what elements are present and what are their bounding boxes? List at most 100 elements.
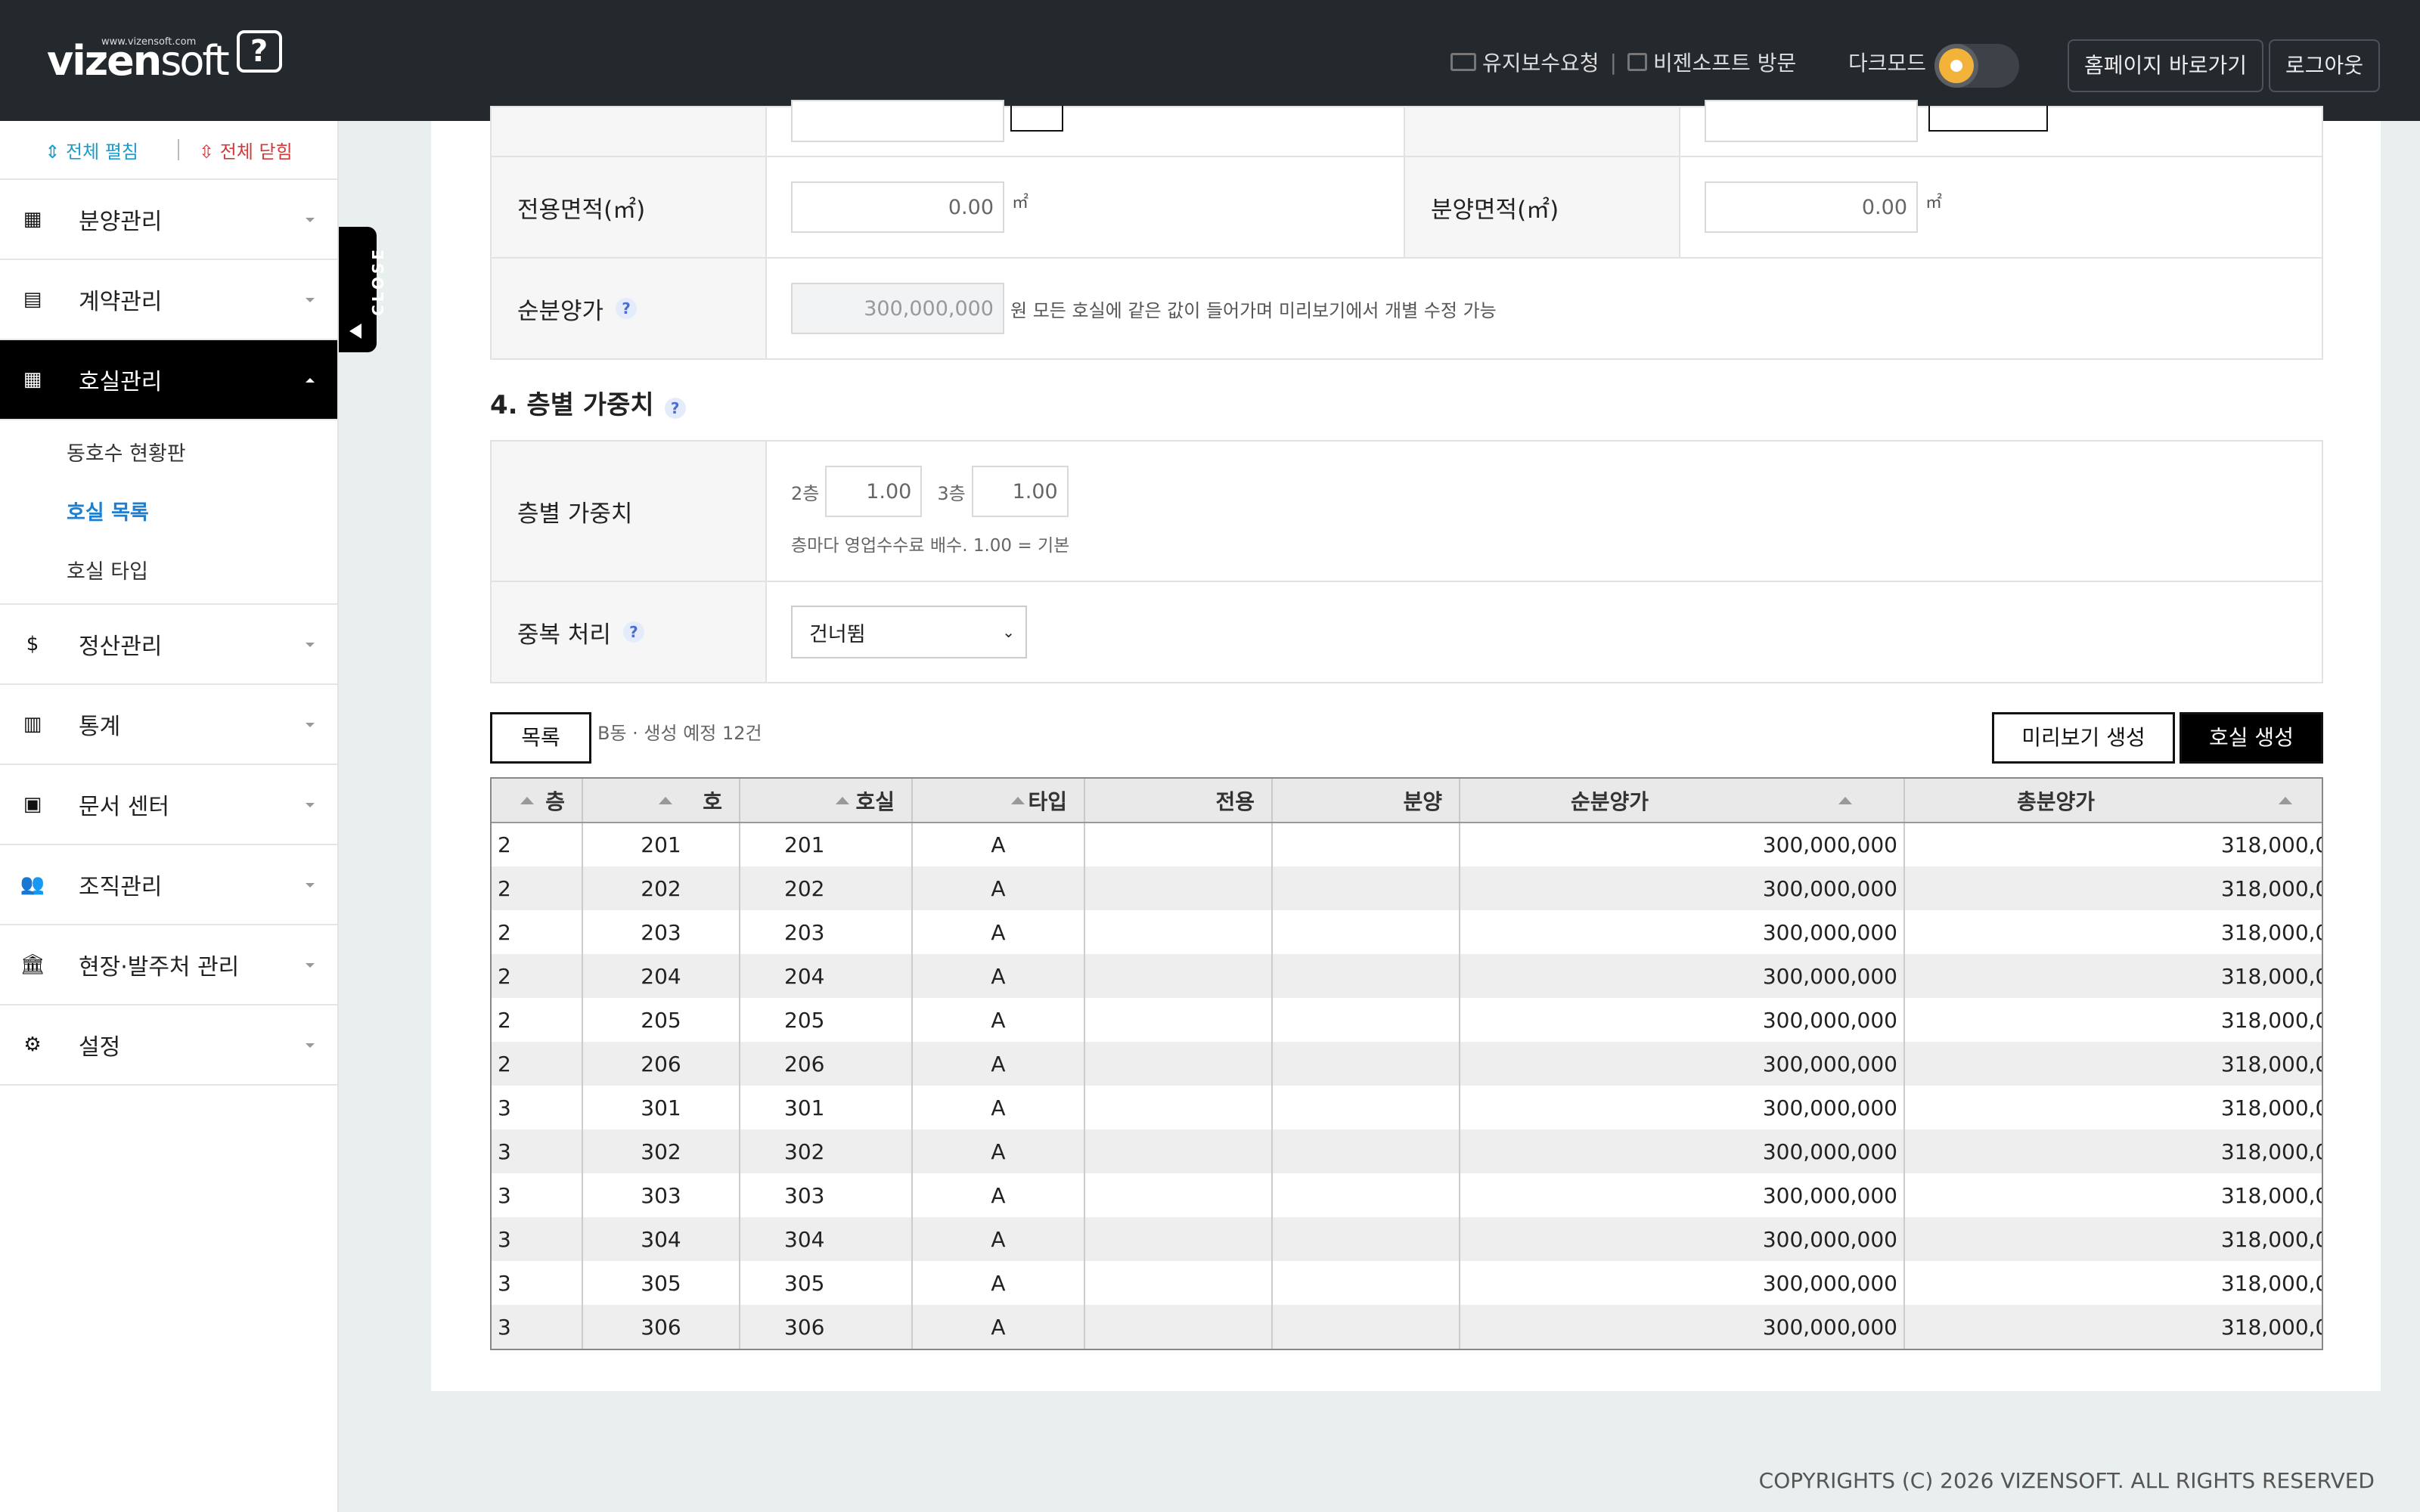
sidebar-item-sales[interactable]: ▦ 분양관리	[0, 180, 337, 260]
table-row[interactable]: 2206206A300,000,000318,000,000	[492, 1042, 2322, 1086]
submenu-item-unit-type[interactable]: 호실 타입	[0, 543, 337, 602]
table-row[interactable]: 3301301A300,000,000318,000,000	[492, 1086, 2322, 1129]
table-cell[interactable]: 318,000,000	[1904, 1173, 2322, 1217]
column-header[interactable]: 호실	[740, 779, 913, 823]
sort-arrow-icon[interactable]	[1011, 797, 1025, 804]
table-cell[interactable]: 318,000,000	[1904, 998, 2322, 1042]
table-cell[interactable]: 318,000,000	[1904, 954, 2322, 998]
table-cell[interactable]	[1084, 954, 1273, 998]
dark-mode-toggle[interactable]	[1934, 44, 2019, 88]
table-cell[interactable]: 318,000,000	[1904, 1086, 2322, 1129]
table-cell[interactable]: 300,000,000	[1460, 1042, 1905, 1086]
floor2-weight-input[interactable]: 1.00	[825, 466, 923, 517]
table-cell[interactable]	[1272, 866, 1460, 910]
sort-arrow-icon[interactable]	[1838, 797, 1852, 804]
column-header[interactable]: 순분양가	[1460, 779, 1905, 823]
table-cell[interactable]: 318,000,000	[1904, 910, 2322, 954]
maintenance-request-link[interactable]: 유지보수요청	[1482, 47, 1599, 77]
sale-area-input[interactable]: 0.00	[1705, 181, 1918, 233]
table-cell[interactable]: 300,000,000	[1460, 954, 1905, 998]
table-cell[interactable]: 300,000,000	[1460, 998, 1905, 1042]
sort-arrow-icon[interactable]	[659, 797, 672, 804]
table-row[interactable]: 2202202A300,000,000318,000,000	[492, 866, 2322, 910]
homepage-button[interactable]: 홈페이지 바로가기	[2068, 39, 2263, 92]
table-cell[interactable]	[1272, 1217, 1460, 1261]
sidebar-item-units[interactable]: ▦ 호실관리	[0, 340, 337, 420]
sidebar-item-organization[interactable]: 👥 조직관리	[0, 845, 337, 925]
submenu-item-unit-status-board[interactable]: 동호수 현황판	[0, 425, 337, 484]
preview-generate-button[interactable]: 미리보기 생성	[1992, 712, 2175, 764]
table-cell[interactable]	[1084, 910, 1273, 954]
column-header[interactable]: 타입	[912, 779, 1085, 823]
sidebar-item-statistics[interactable]: ▥ 통계	[0, 685, 337, 765]
table-cell[interactable]: 300,000,000	[1460, 1129, 1905, 1173]
table-cell[interactable]	[1272, 910, 1460, 954]
table-cell[interactable]	[1084, 1086, 1273, 1129]
sort-arrow-icon[interactable]	[2279, 797, 2292, 804]
table-row[interactable]: 2203203A300,000,000318,000,000	[492, 910, 2322, 954]
table-row[interactable]: 3302302A300,000,000318,000,000	[492, 1129, 2322, 1173]
table-row[interactable]: 3304304A300,000,000318,000,000	[492, 1217, 2322, 1261]
table-cell[interactable]: 300,000,000	[1460, 1305, 1905, 1349]
table-cell[interactable]: 318,000,000	[1904, 1305, 2322, 1349]
vizensoft-logo[interactable]: www.vizensoft.com vizensoft ?	[47, 29, 282, 89]
table-cell[interactable]: 318,000,000	[1904, 866, 2322, 910]
column-header[interactable]: 층	[492, 779, 583, 823]
table-cell[interactable]: 300,000,000	[1460, 1086, 1905, 1129]
sort-arrow-icon[interactable]	[520, 797, 534, 804]
sidebar-item-document-center[interactable]: ▣ 문서 센터	[0, 765, 337, 845]
sidebar-item-contracts[interactable]: ▤ 계약관리	[0, 260, 337, 340]
table-cell[interactable]	[1272, 998, 1460, 1042]
help-icon[interactable]: ?	[664, 398, 686, 419]
table-cell[interactable]: 318,000,000	[1904, 1217, 2322, 1261]
hidden-button[interactable]	[1928, 106, 2048, 132]
table-cell[interactable]	[1084, 1042, 1273, 1086]
submenu-item-unit-list[interactable]: 호실 목록	[0, 484, 337, 543]
table-cell[interactable]	[1272, 1129, 1460, 1173]
column-header[interactable]: 전용	[1084, 779, 1273, 823]
table-cell[interactable]: 318,000,000	[1904, 1042, 2322, 1086]
sidebar-item-sites-clients[interactable]: 🏛 현장·발주처 관리	[0, 925, 337, 1005]
table-row[interactable]: 2205205A300,000,000318,000,000	[492, 998, 2322, 1042]
table-cell[interactable]: 318,000,000	[1904, 823, 2322, 866]
table-cell[interactable]: 318,000,000	[1904, 1261, 2322, 1305]
table-cell[interactable]	[1084, 1261, 1273, 1305]
table-row[interactable]: 3305305A300,000,000318,000,000	[492, 1261, 2322, 1305]
sidebar-item-settings[interactable]: ⚙ 설정	[0, 1005, 337, 1086]
table-cell[interactable]	[1272, 954, 1460, 998]
list-button[interactable]: 목록	[490, 712, 591, 764]
table-cell[interactable]: 300,000,000	[1460, 1173, 1905, 1217]
logout-button[interactable]: 로그아웃	[2269, 39, 2381, 92]
table-cell[interactable]: 300,000,000	[1460, 910, 1905, 954]
table-cell[interactable]	[1084, 866, 1273, 910]
hidden-button[interactable]	[1010, 106, 1063, 132]
table-cell[interactable]	[1084, 1173, 1273, 1217]
table-cell[interactable]	[1272, 823, 1460, 866]
table-cell[interactable]	[1272, 1173, 1460, 1217]
column-header[interactable]: 총분양가	[1904, 779, 2322, 823]
table-row[interactable]: 2201201A300,000,000318,000,000	[492, 823, 2322, 866]
collapse-all-button[interactable]: ⇳ 전체 닫힘	[199, 137, 293, 163]
hidden-input[interactable]	[791, 100, 1004, 142]
table-cell[interactable]	[1084, 1305, 1273, 1349]
net-price-input[interactable]: 300,000,000	[791, 283, 1004, 334]
table-row[interactable]: 2204204A300,000,000318,000,000	[492, 954, 2322, 998]
table-row[interactable]: 3303303A300,000,000318,000,000	[492, 1173, 2322, 1217]
table-cell[interactable]: 300,000,000	[1460, 823, 1905, 866]
table-cell[interactable]	[1272, 1261, 1460, 1305]
table-cell[interactable]: 300,000,000	[1460, 866, 1905, 910]
table-cell[interactable]: 318,000,000	[1904, 1129, 2322, 1173]
sidebar-close-tab[interactable]: CLOSE	[339, 227, 387, 352]
exclusive-area-input[interactable]: 0.00	[791, 181, 1004, 233]
column-header[interactable]: 호	[582, 779, 740, 823]
duplicate-select[interactable]: 건너뜀 ⌄	[791, 606, 1027, 658]
table-cell[interactable]	[1084, 823, 1273, 866]
table-row[interactable]: 3306306A300,000,000318,000,000	[492, 1305, 2322, 1349]
help-icon[interactable]: ?	[616, 298, 638, 319]
table-cell[interactable]: 300,000,000	[1460, 1261, 1905, 1305]
visit-vizensoft-link[interactable]: 비젠소프트 방문	[1653, 47, 1796, 77]
help-icon[interactable]: ?	[622, 621, 644, 643]
floor3-weight-input[interactable]: 1.00	[971, 466, 1069, 517]
table-cell[interactable]	[1272, 1086, 1460, 1129]
column-header[interactable]: 분양	[1272, 779, 1460, 823]
